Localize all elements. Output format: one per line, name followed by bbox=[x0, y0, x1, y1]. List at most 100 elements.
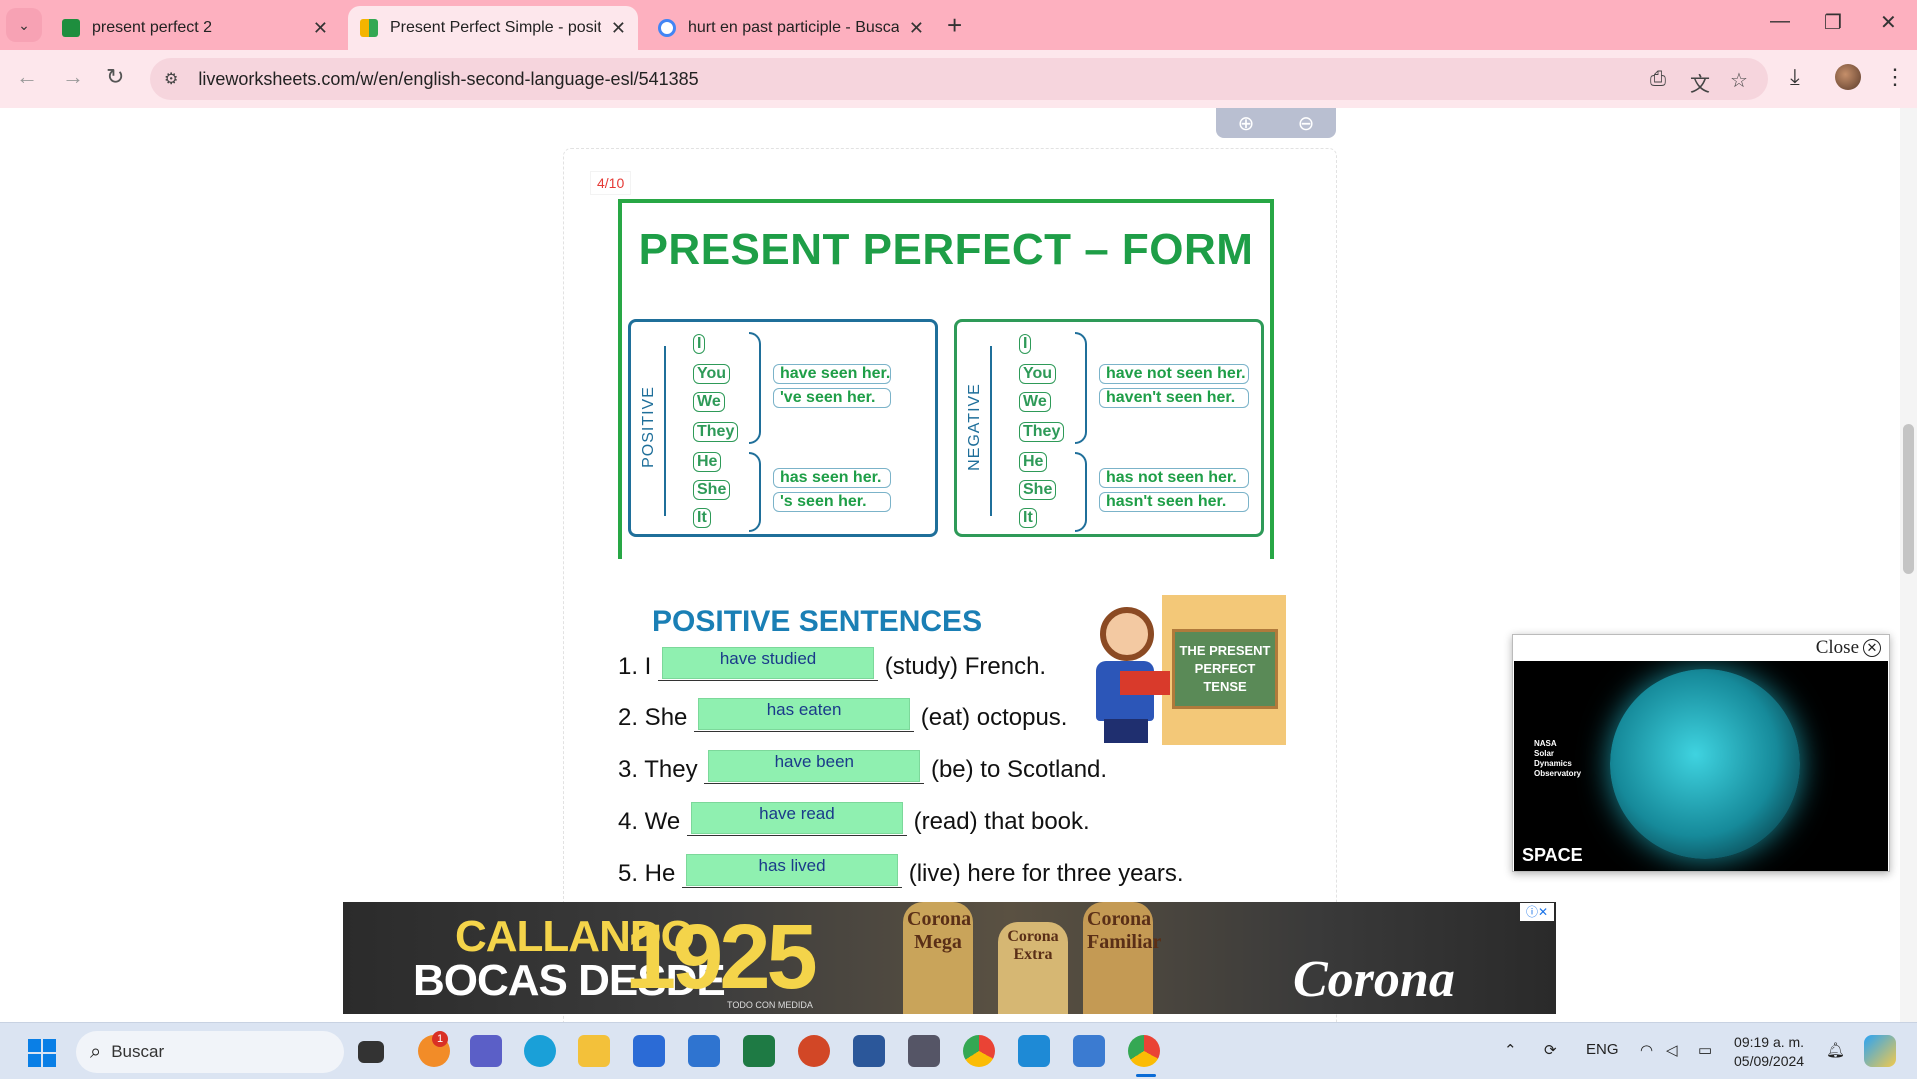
translate-icon[interactable]: 文 bbox=[1690, 68, 1710, 97]
answer-input[interactable]: has lived bbox=[686, 854, 899, 886]
tab-bar: ⌄ present perfect 2 ✕ Present Perfect Si… bbox=[0, 0, 1917, 50]
answer-blank: has lived bbox=[682, 854, 903, 888]
teams-icon[interactable] bbox=[470, 1035, 502, 1067]
reload-icon[interactable]: ↻ bbox=[106, 64, 124, 90]
forward-icon[interactable]: → bbox=[62, 64, 84, 90]
pronoun: I bbox=[1019, 334, 1032, 354]
answer-input[interactable]: have studied bbox=[662, 647, 875, 679]
sun-image bbox=[1610, 669, 1800, 859]
space-logo: SPACE bbox=[1522, 845, 1583, 865]
app-icon[interactable] bbox=[1073, 1035, 1105, 1067]
download-icon[interactable]: ⤓ bbox=[1790, 64, 1800, 90]
chrome-active-icon[interactable] bbox=[1128, 1035, 1160, 1067]
board: THE PRESENT PERFECT TENSE bbox=[1162, 595, 1286, 745]
camera-icon[interactable] bbox=[908, 1035, 940, 1067]
tab-hurt-search[interactable]: hurt en past participle - Buscar ✕ bbox=[646, 6, 936, 50]
back-icon[interactable]: ← bbox=[16, 64, 38, 90]
video-player[interactable]: NASA Solar Dynamics Observatory SPACE bbox=[1514, 661, 1888, 871]
verb-form: 've seen her. bbox=[773, 388, 891, 408]
pronoun: It bbox=[693, 508, 711, 528]
tab-search-dropdown[interactable]: ⌄ bbox=[6, 8, 42, 42]
page-content: ⊕ ⊖ 4/10 PRESENT PERFECT – FORM POSITIVE… bbox=[0, 108, 1900, 1022]
answer-input[interactable]: have read bbox=[690, 802, 903, 834]
sentence-suffix: (study) French. bbox=[884, 653, 1047, 680]
chevron-up-icon[interactable]: ⌃ bbox=[1504, 1041, 1517, 1059]
brace bbox=[1075, 332, 1087, 444]
mail-icon[interactable] bbox=[688, 1035, 720, 1067]
caption-line: NASA bbox=[1534, 739, 1557, 748]
sentence-5: 5. He has lived (live) here for three ye… bbox=[618, 854, 1184, 888]
wifi-icon[interactable]: ◠ bbox=[1640, 1041, 1653, 1059]
store-icon[interactable] bbox=[633, 1035, 665, 1067]
nasa-sdo-caption: NASA Solar Dynamics Observatory bbox=[1534, 739, 1581, 779]
answer-input[interactable]: have been bbox=[708, 750, 921, 782]
tab-present-perfect-2[interactable]: present perfect 2 ✕ bbox=[50, 6, 340, 50]
address-bar[interactable]: ⚙ liveworksheets.com/w/en/english-second… bbox=[150, 58, 1768, 100]
positive-label: POSITIVE bbox=[640, 386, 657, 468]
powerpoint-icon[interactable] bbox=[798, 1035, 830, 1067]
tab-title: Present Perfect Simple - positiv bbox=[390, 19, 601, 36]
profile-avatar[interactable] bbox=[1835, 64, 1861, 90]
sync-icon[interactable]: ⟳ bbox=[1544, 1041, 1557, 1059]
language-indicator[interactable]: ENG bbox=[1586, 1041, 1619, 1058]
pronoun: I bbox=[693, 334, 706, 354]
answer-input[interactable]: has eaten bbox=[698, 698, 911, 730]
sentence-suffix: (read) that book. bbox=[913, 808, 1090, 835]
close-tab-icon[interactable]: ✕ bbox=[611, 18, 626, 39]
ad-choices-close-icon[interactable]: ⓘ✕ bbox=[1520, 903, 1554, 921]
verb-form: have seen her. bbox=[773, 364, 891, 384]
clock[interactable]: 09:19 a. m. 05/09/2024 bbox=[1734, 1033, 1804, 1071]
site-info-icon[interactable]: ⚙ bbox=[164, 69, 178, 89]
edge-icon[interactable] bbox=[524, 1035, 556, 1067]
video-close-button[interactable]: Close ✕ bbox=[1816, 637, 1881, 659]
worksheet-page: 4/10 PRESENT PERFECT – FORM POSITIVE I Y… bbox=[563, 148, 1337, 1022]
verb-form: has seen her. bbox=[773, 468, 891, 488]
menu-kebab-icon[interactable]: ⋮ bbox=[1884, 64, 1906, 90]
video-popup: Close ✕ NASA Solar Dynamics Observatory S… bbox=[1512, 634, 1890, 872]
taskbar-search[interactable]: ⌕ Buscar bbox=[76, 1031, 344, 1073]
vscode-icon[interactable] bbox=[1018, 1035, 1050, 1067]
caption-line: Observatory bbox=[1534, 769, 1582, 778]
teacher-legs bbox=[1104, 719, 1148, 743]
sentence-2: 2. She has eaten (eat) octopus. bbox=[618, 698, 1067, 732]
close-window-icon[interactable]: ✕ bbox=[1880, 10, 1897, 35]
restore-icon[interactable]: ❐ bbox=[1824, 10, 1842, 35]
ad-year: 1925 bbox=[625, 906, 818, 1008]
battery-icon[interactable]: ▭ bbox=[1698, 1041, 1712, 1059]
close-tab-icon[interactable]: ✕ bbox=[313, 18, 328, 39]
teacher-head bbox=[1100, 607, 1154, 661]
close-tab-icon[interactable]: ✕ bbox=[909, 18, 924, 39]
url-text[interactable]: liveworksheets.com/w/en/english-second-l… bbox=[198, 69, 698, 90]
word-icon[interactable] bbox=[853, 1035, 885, 1067]
form-frame: PRESENT PERFECT – FORM POSITIVE I You We… bbox=[618, 199, 1274, 559]
install-app-icon[interactable]: ⎙ bbox=[1650, 68, 1666, 91]
close-label: Close bbox=[1815, 637, 1859, 658]
tab-present-perfect-simple[interactable]: Present Perfect Simple - positiv ✕ bbox=[348, 6, 638, 50]
notification-bell-icon[interactable]: 🔔︎ bbox=[1826, 1041, 1845, 1059]
pronoun: We bbox=[693, 392, 725, 412]
board-text: THE PRESENT PERFECT TENSE bbox=[1172, 629, 1278, 709]
ad-banner[interactable]: CALLANDO BOCAS DESDE 1925 TODO CON MEDID… bbox=[343, 902, 1556, 1014]
task-view-icon[interactable] bbox=[358, 1041, 384, 1063]
positive-panel: POSITIVE I You We They have seen her. 'v… bbox=[628, 319, 938, 537]
tab-title: present perfect 2 bbox=[92, 19, 213, 36]
page-indicator: 4/10 bbox=[590, 171, 632, 195]
new-tab-button[interactable]: + bbox=[947, 10, 962, 41]
bookmark-star-icon[interactable]: ☆ bbox=[1730, 68, 1748, 93]
minimize-icon[interactable]: — bbox=[1770, 10, 1790, 33]
windows-start-icon[interactable] bbox=[28, 1039, 56, 1067]
sentence-suffix: (be) to Scotland. bbox=[930, 756, 1108, 783]
ad-fine-print: TODO CON MEDIDA bbox=[727, 1000, 813, 1010]
excel-icon[interactable] bbox=[743, 1035, 775, 1067]
zoom-out-icon[interactable]: ⊖ bbox=[1298, 111, 1315, 136]
chrome-icon[interactable] bbox=[963, 1035, 995, 1067]
tab-title: hurt en past participle - Buscar bbox=[688, 19, 899, 36]
scrollbar-thumb[interactable] bbox=[1903, 424, 1914, 574]
copilot-icon[interactable] bbox=[1864, 1035, 1896, 1067]
answer-blank: have been bbox=[704, 750, 925, 784]
page-scrollbar[interactable] bbox=[1900, 108, 1917, 1022]
zoom-in-icon[interactable]: ⊕ bbox=[1238, 111, 1255, 136]
volume-icon[interactable]: ◁ bbox=[1666, 1041, 1678, 1059]
pronoun: You bbox=[693, 364, 731, 384]
file-explorer-icon[interactable] bbox=[578, 1035, 610, 1067]
